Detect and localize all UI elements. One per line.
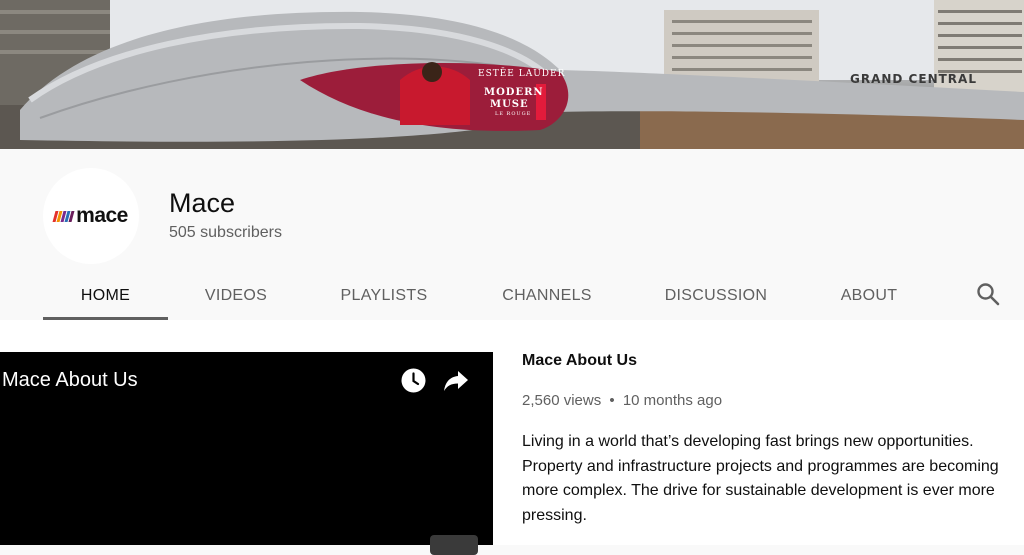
avatar[interactable]: mace	[43, 168, 139, 264]
building-sign: GRAND CENTRAL	[850, 72, 977, 86]
video-title[interactable]: Mace About Us	[522, 352, 637, 370]
player-control-button[interactable]	[430, 535, 478, 555]
tab-discussion[interactable]: DISCUSSION	[648, 272, 784, 320]
billboard-line2: MUSE	[490, 99, 529, 110]
view-count: 2,560 views	[522, 392, 602, 409]
meta-separator: •	[609, 392, 615, 409]
tab-home[interactable]: HOME	[43, 272, 168, 320]
search-icon[interactable]	[974, 280, 1002, 308]
mace-logo: mace	[52, 204, 128, 228]
tab-channels[interactable]: CHANNELS	[482, 272, 612, 320]
video-description: Living in a world that’s developing fast…	[522, 433, 999, 524]
channel-name: Mace	[169, 188, 236, 218]
clock-icon[interactable]	[400, 367, 427, 394]
share-arrow-icon[interactable]	[442, 368, 470, 394]
avatar-logo-text: mace	[76, 204, 128, 227]
billboard-line1: MODERN	[484, 87, 544, 98]
billboard-line3: LE ROUGE	[495, 111, 532, 117]
tab-about[interactable]: ABOUT	[820, 272, 918, 320]
channel-banner: ESTĒE LAUDER MODERN MUSE LE ROUGE GRAND …	[0, 0, 1024, 149]
player-title[interactable]: Mace About Us	[2, 369, 138, 392]
subscriber-count: 505 subscribers	[169, 224, 282, 241]
tab-playlists[interactable]: PLAYLISTS	[320, 272, 448, 320]
tab-videos[interactable]: VIDEOS	[184, 272, 288, 320]
upload-age: 10 months ago	[622, 392, 723, 409]
logo-bars-icon	[52, 210, 75, 222]
channel-tabs: HOME VIDEOS PLAYLISTS CHANNELS DISCUSSIO…	[0, 272, 1024, 320]
video-meta: 2,560 views • 10 months ago	[522, 392, 722, 409]
billboard-brand: ESTĒE LAUDER	[478, 69, 566, 79]
